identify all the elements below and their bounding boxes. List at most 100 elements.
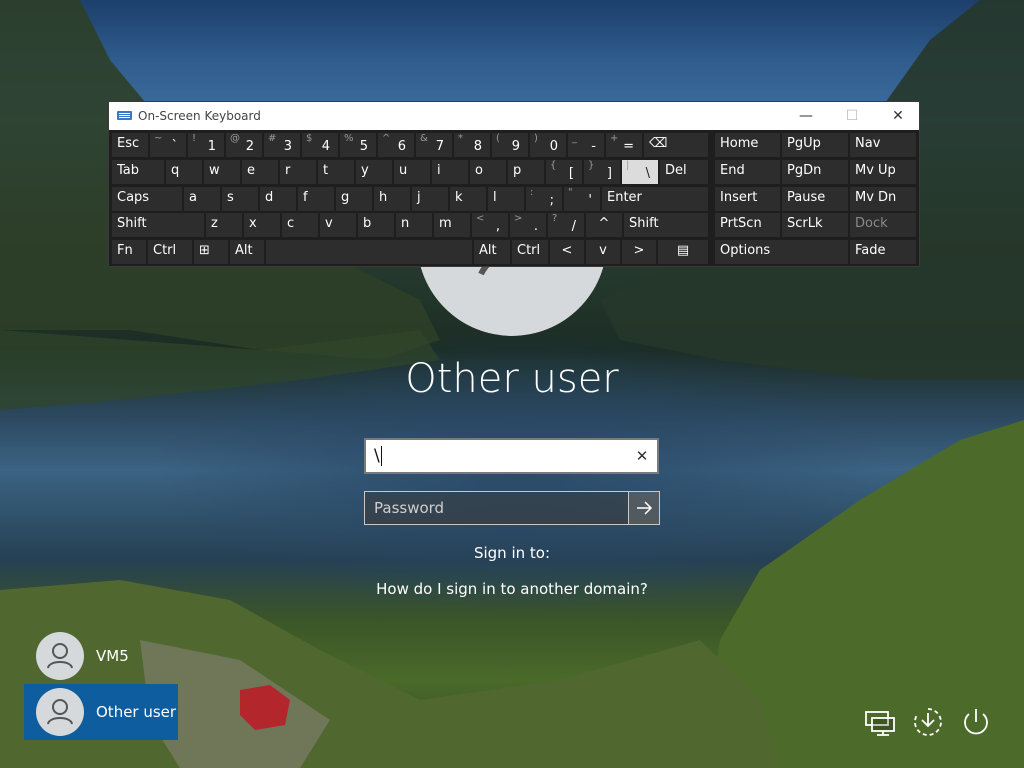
key-shift-r3k0[interactable]: Shift bbox=[111, 212, 205, 238]
key-r-r1k4[interactable]: r bbox=[279, 159, 317, 185]
key-0-r0k11[interactable]: ) 0 bbox=[529, 132, 567, 158]
key-label: p bbox=[513, 163, 522, 178]
key-space-r3k11[interactable]: ^ bbox=[585, 212, 623, 238]
key-h-r2k6[interactable]: h bbox=[373, 186, 411, 212]
key-t-r1k5[interactable]: t bbox=[317, 159, 355, 185]
key-n-r3k6[interactable]: n bbox=[395, 212, 433, 238]
key-space-r1k13[interactable]: | \ bbox=[621, 159, 659, 185]
minimize-button[interactable]: — bbox=[783, 102, 829, 130]
user-tile-vm5[interactable]: VM5 bbox=[24, 628, 178, 684]
power-button[interactable] bbox=[958, 704, 994, 740]
key-ctrl-r4k6[interactable]: Ctrl bbox=[511, 239, 549, 265]
key-shift-r3k12[interactable]: Shift bbox=[623, 212, 709, 238]
key-space-r3k10[interactable]: ? / bbox=[547, 212, 585, 238]
key-9-r0k10[interactable]: (9 bbox=[491, 132, 529, 158]
key-del-r1k14[interactable]: Del bbox=[659, 159, 709, 185]
key-e-r1k3[interactable]: e bbox=[241, 159, 279, 185]
key-space-r2k10[interactable]: :; bbox=[525, 186, 563, 212]
key-space-r3k8[interactable]: <, bbox=[471, 212, 509, 238]
key-shift-label: ~ bbox=[154, 133, 163, 144]
key-prtscn[interactable]: PrtScn bbox=[713, 212, 781, 238]
osk-titlebar[interactable]: On-Screen Keyboard — ☐ ✕ bbox=[109, 102, 919, 130]
key-space-r2k11[interactable]: " ' bbox=[563, 186, 601, 212]
key-z-r3k1[interactable]: z bbox=[205, 212, 243, 238]
key-enter-r2k12[interactable]: Enter bbox=[601, 186, 709, 212]
key-space-r4k7[interactable]: < bbox=[549, 239, 585, 265]
key-l-r2k9[interactable]: l bbox=[487, 186, 525, 212]
key-k-r2k8[interactable]: k bbox=[449, 186, 487, 212]
key-space-r0k14[interactable]: ⌫ bbox=[643, 132, 709, 158]
key-s-r2k2[interactable]: s bbox=[221, 186, 259, 212]
key-space-r1k12[interactable]: }] bbox=[583, 159, 621, 185]
maximize-button[interactable]: ☐ bbox=[829, 102, 875, 130]
key-v-r4k8[interactable]: v bbox=[585, 239, 621, 265]
close-button[interactable]: ✕ bbox=[875, 102, 921, 130]
key-f-r2k4[interactable]: f bbox=[297, 186, 335, 212]
key-1-r0k2[interactable]: ! 1 bbox=[187, 132, 225, 158]
key-options[interactable]: Options bbox=[713, 239, 849, 265]
key-nav[interactable]: Nav bbox=[849, 132, 917, 158]
key-caps-r2k0[interactable]: Caps bbox=[111, 186, 183, 212]
key-5-r0k6[interactable]: % 5 bbox=[339, 132, 377, 158]
key-insert[interactable]: Insert bbox=[713, 186, 781, 212]
password-input[interactable]: Password bbox=[364, 491, 628, 525]
key-2-r0k3[interactable]: @2 bbox=[225, 132, 263, 158]
key-tab-r1k0[interactable]: Tab bbox=[111, 159, 165, 185]
key-mvdn[interactable]: Mv Dn bbox=[849, 186, 917, 212]
key-g-r2k5[interactable]: g bbox=[335, 186, 373, 212]
key-c-r3k3[interactable]: c bbox=[281, 212, 319, 238]
key-fade[interactable]: Fade bbox=[849, 239, 917, 265]
key-mvup[interactable]: Mv Up bbox=[849, 159, 917, 185]
key-pgdn[interactable]: PgDn bbox=[781, 159, 849, 185]
key-pause[interactable]: Pause bbox=[781, 186, 849, 212]
other-domain-link[interactable]: How do I sign in to another domain? bbox=[312, 580, 712, 598]
submit-button[interactable] bbox=[628, 491, 660, 525]
key-6-r0k7[interactable]: ^ 6 bbox=[377, 132, 415, 158]
clear-icon[interactable]: ✕ bbox=[633, 446, 651, 466]
key-o-r1k9[interactable]: o bbox=[469, 159, 507, 185]
key-b-r3k5[interactable]: b bbox=[357, 212, 395, 238]
key-space-r3k9[interactable]: >. bbox=[509, 212, 547, 238]
key-alt-r4k3[interactable]: Alt bbox=[229, 239, 265, 265]
network-button[interactable] bbox=[862, 704, 898, 740]
key-space-r0k12[interactable]: _ - bbox=[567, 132, 605, 158]
key-4-r0k5[interactable]: $4 bbox=[301, 132, 339, 158]
username-input[interactable]: \ ✕ bbox=[364, 438, 659, 474]
key-space-r4k2[interactable]: ⊞ bbox=[193, 239, 229, 265]
key-label: Pause bbox=[787, 190, 826, 205]
key-alt-r4k5[interactable]: Alt bbox=[473, 239, 511, 265]
key-ctrl-r4k1[interactable]: Ctrl bbox=[147, 239, 193, 265]
user-tile-other-user[interactable]: Other user bbox=[24, 684, 178, 740]
key-space-r0k1[interactable]: ~ ` bbox=[149, 132, 187, 158]
key-7-r0k8[interactable]: & 7 bbox=[415, 132, 453, 158]
key-dock[interactable]: Dock bbox=[849, 212, 917, 238]
key-8-r0k9[interactable]: * 8 bbox=[453, 132, 491, 158]
key-scrlk[interactable]: ScrLk bbox=[781, 212, 849, 238]
key-q-r1k1[interactable]: q bbox=[165, 159, 203, 185]
key-m-r3k7[interactable]: m bbox=[433, 212, 471, 238]
key-v-r3k4[interactable]: v bbox=[319, 212, 357, 238]
key-p-r1k10[interactable]: p bbox=[507, 159, 545, 185]
key-pgup[interactable]: PgUp bbox=[781, 132, 849, 158]
key-x-r3k2[interactable]: x bbox=[243, 212, 281, 238]
key-3-r0k4[interactable]: #3 bbox=[263, 132, 301, 158]
key-home[interactable]: Home bbox=[713, 132, 781, 158]
key-u-r1k7[interactable]: u bbox=[393, 159, 431, 185]
osk-title: On-Screen Keyboard bbox=[138, 109, 261, 123]
key-d-r2k3[interactable]: d bbox=[259, 186, 297, 212]
key-a-r2k1[interactable]: a bbox=[183, 186, 221, 212]
key-w-r1k2[interactable]: w bbox=[203, 159, 241, 185]
key-i-r1k8[interactable]: i bbox=[431, 159, 469, 185]
key-end[interactable]: End bbox=[713, 159, 781, 185]
key-space-r0k13[interactable]: + = bbox=[605, 132, 643, 158]
key-j-r2k7[interactable]: j bbox=[411, 186, 449, 212]
key-space-r4k4[interactable] bbox=[265, 239, 473, 265]
key-space-r1k11[interactable]: {[ bbox=[545, 159, 583, 185]
on-screen-keyboard-window[interactable]: On-Screen Keyboard — ☐ ✕ Esc ~ `! 1 @2 #3 $4% 5… bbox=[108, 101, 920, 267]
key-fn-r4k0[interactable]: Fn bbox=[111, 239, 147, 265]
key-esc-r0k0[interactable]: Esc bbox=[111, 132, 149, 158]
key-y-r1k6[interactable]: y bbox=[355, 159, 393, 185]
key-space-r4k9[interactable]: > bbox=[621, 239, 657, 265]
ease-of-access-button[interactable] bbox=[910, 704, 946, 740]
key-space-r4k10[interactable]: ▤ bbox=[657, 239, 709, 265]
